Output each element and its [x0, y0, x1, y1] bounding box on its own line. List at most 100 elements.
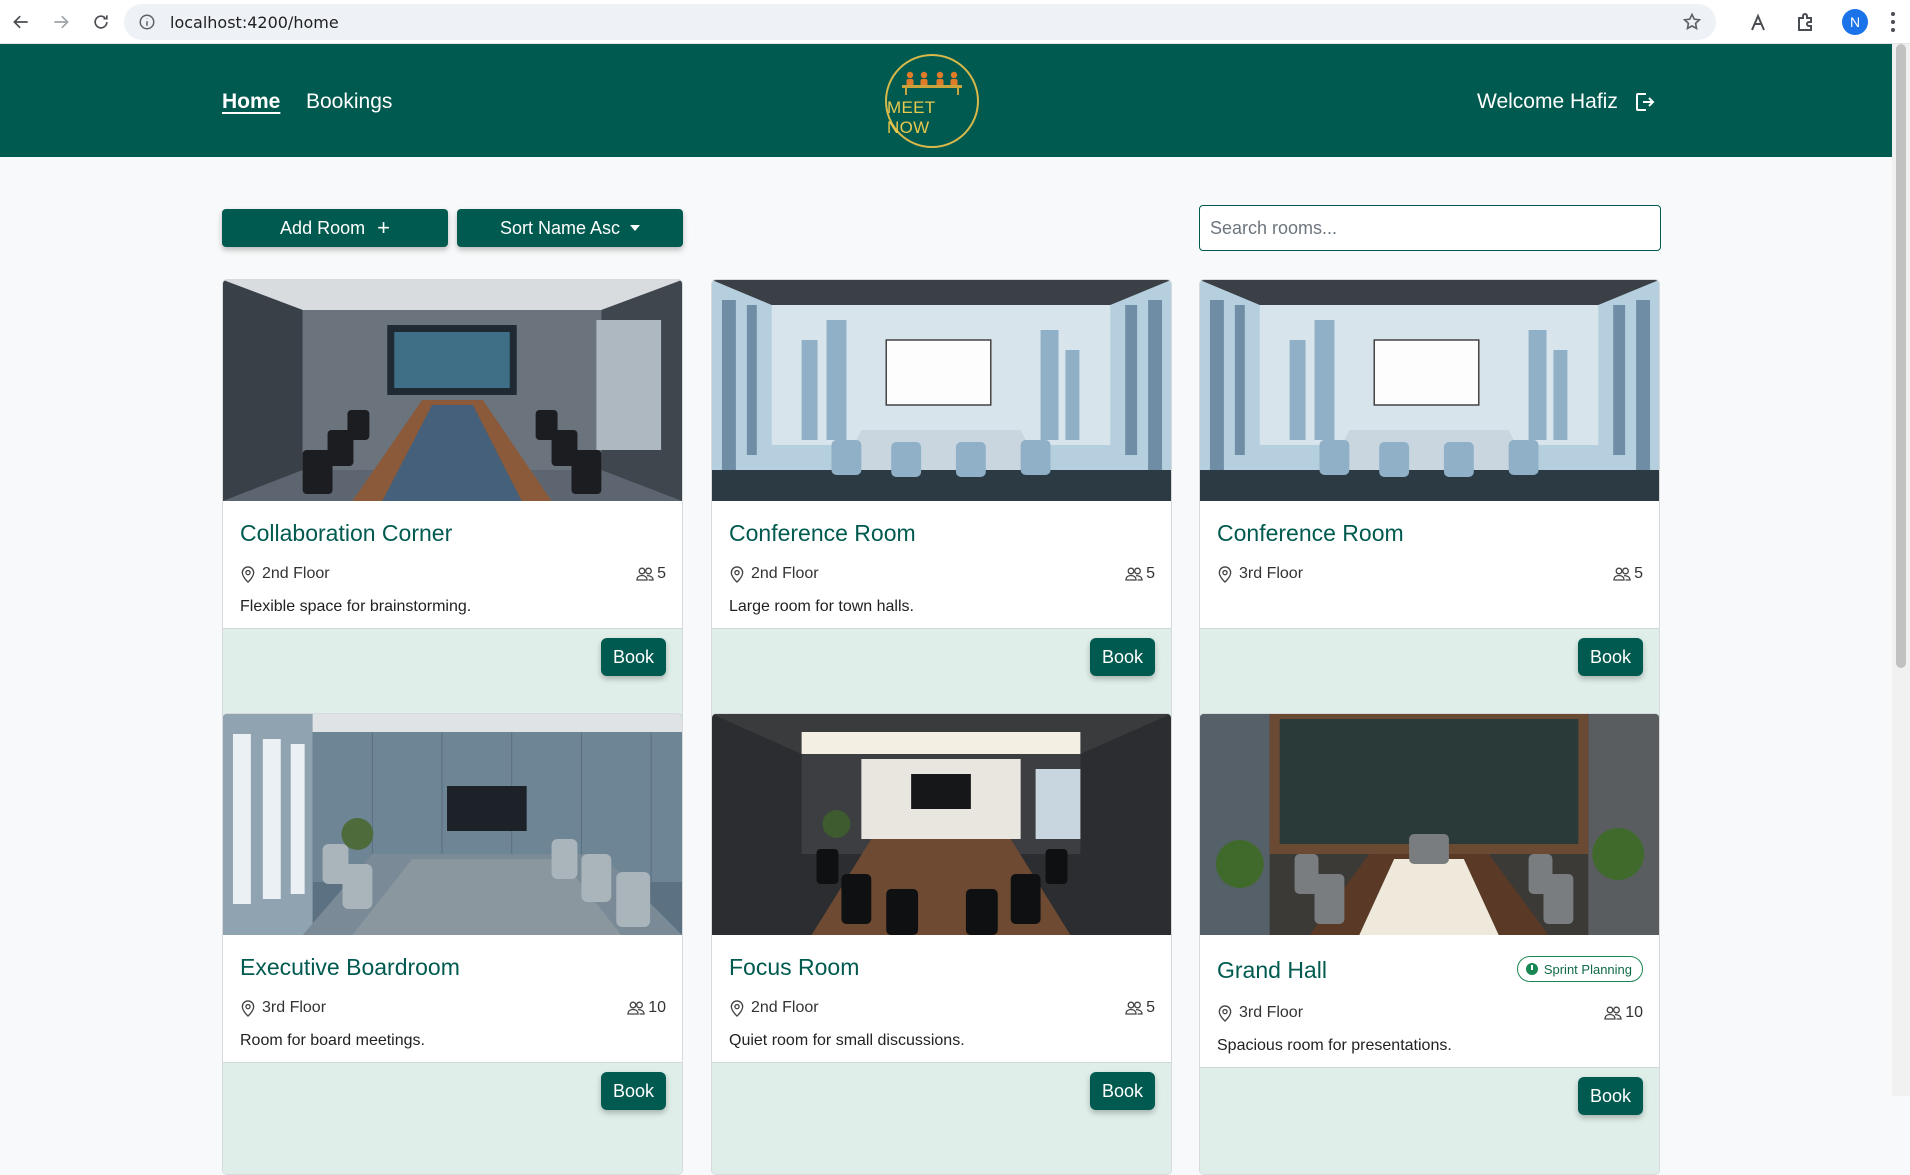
room-capacity: 5	[636, 565, 666, 583]
room-capacity: 5	[1613, 565, 1643, 583]
reload-icon	[94, 14, 108, 29]
room-floor: 3rd Floor	[1217, 1004, 1303, 1022]
logo-text: MEET NOW	[887, 98, 936, 137]
url-text[interactable]: localhost:4200/home	[170, 13, 339, 32]
browser-actions: N	[1734, 0, 1910, 44]
room-name[interactable]: Conference Room	[729, 520, 916, 547]
room-card: Conference Room 3rd Floor 5 Book	[1199, 279, 1660, 741]
card-footer: Book	[712, 1062, 1171, 1174]
room-card: Grand Hall Sprint Planning 3rd Floor 10 …	[1199, 713, 1660, 1175]
floor-label: 3rd Floor	[262, 999, 327, 1016]
app-navbar: Home Bookings MEET NOW Welcome Hafiz	[0, 44, 1892, 157]
page-scrollbar[interactable]	[1892, 44, 1910, 1096]
room-card: Conference Room 2nd Floor 5 Large room f…	[711, 279, 1172, 741]
browser-toolbar: localhost:4200/home N	[0, 0, 1910, 44]
people-icon	[636, 567, 654, 581]
room-image	[1200, 280, 1659, 501]
room-floor: 3rd Floor	[1217, 565, 1303, 583]
room-description: Room for board meetings.	[240, 1032, 425, 1049]
capacity-value: 5	[657, 565, 666, 582]
location-pin-icon	[241, 999, 255, 1017]
room-card: Collaboration Corner 2nd Floor 5 Flexibl…	[222, 279, 683, 741]
room-description: Quiet room for small discussions.	[729, 1032, 965, 1049]
room-name[interactable]: Focus Room	[729, 954, 859, 981]
capacity-value: 5	[1146, 565, 1155, 582]
room-name[interactable]: Grand Hall	[1217, 957, 1327, 984]
people-icon	[1125, 567, 1143, 581]
room-name[interactable]: Collaboration Corner	[240, 520, 452, 547]
book-button[interactable]: Book	[1089, 1072, 1155, 1110]
site-info-icon[interactable]	[138, 13, 156, 31]
caret-down-icon	[630, 225, 641, 231]
sort-dropdown-button[interactable]: Sort Name Asc	[457, 209, 683, 247]
plus-icon: +	[377, 215, 390, 240]
card-footer: Book	[1200, 1067, 1659, 1174]
nav-home-link[interactable]: Home	[222, 90, 280, 114]
extension-icon[interactable]	[1746, 10, 1770, 34]
room-description: Flexible space for brainstorming.	[240, 598, 472, 615]
book-button[interactable]: Book	[600, 1072, 666, 1110]
capacity-value: 5	[1146, 999, 1155, 1016]
room-floor: 3rd Floor	[240, 999, 326, 1017]
add-room-button[interactable]: Add Room +	[222, 209, 448, 247]
floor-label: 3rd Floor	[1239, 1004, 1304, 1021]
bookmark-star-icon[interactable]	[1682, 12, 1702, 32]
room-name[interactable]: Conference Room	[1217, 520, 1404, 547]
room-image	[1200, 714, 1659, 935]
search-rooms-input[interactable]	[1199, 205, 1661, 251]
status-badge: Sprint Planning	[1516, 956, 1643, 982]
people-icon	[1613, 567, 1631, 581]
location-pin-icon	[730, 565, 744, 583]
room-image	[712, 714, 1171, 935]
location-pin-icon	[1218, 1004, 1232, 1022]
address-bar[interactable]: localhost:4200/home	[124, 4, 1716, 40]
reload-button[interactable]	[82, 3, 120, 41]
forward-button[interactable]	[42, 3, 80, 41]
clock-icon	[1525, 963, 1538, 975]
card-footer: Book	[223, 1062, 682, 1174]
floor-label: 2nd Floor	[751, 999, 819, 1016]
room-capacity: 10	[1604, 1004, 1643, 1022]
room-capacity: 5	[1125, 565, 1155, 583]
room-capacity: 5	[1125, 999, 1155, 1017]
book-button[interactable]: Book	[600, 638, 666, 676]
location-pin-icon	[730, 999, 744, 1017]
arrow-left-icon	[13, 15, 28, 28]
book-button[interactable]: Book	[1577, 638, 1643, 676]
capacity-value: 10	[648, 999, 666, 1016]
floor-label: 2nd Floor	[751, 565, 819, 582]
floor-label: 3rd Floor	[1239, 565, 1304, 582]
profile-avatar[interactable]: N	[1842, 9, 1868, 35]
people-logo-icon	[902, 71, 962, 95]
scrollbar-thumb[interactable]	[1896, 44, 1906, 668]
people-icon	[1125, 1001, 1143, 1015]
room-description: Spacious room for presentations.	[1217, 1037, 1452, 1054]
meet-now-logo[interactable]: MEET NOW	[885, 54, 979, 148]
book-button[interactable]: Book	[1089, 638, 1155, 676]
people-icon	[627, 1001, 645, 1015]
welcome-text: Welcome Hafiz	[1477, 90, 1618, 113]
back-button[interactable]	[2, 3, 40, 41]
room-card: Focus Room 2nd Floor 5 Quiet room for sm…	[711, 713, 1172, 1175]
extensions-puzzle-icon[interactable]	[1794, 10, 1818, 34]
status-label: Sprint Planning	[1543, 961, 1632, 977]
logout-icon[interactable]	[1632, 90, 1656, 114]
add-room-label: Add Room	[280, 217, 366, 238]
room-card: Executive Boardroom 3rd Floor 10 Room fo…	[222, 713, 683, 1175]
location-pin-icon	[1218, 565, 1232, 583]
book-button[interactable]: Book	[1577, 1077, 1643, 1115]
people-icon	[1604, 1006, 1622, 1020]
room-floor: 2nd Floor	[240, 565, 330, 583]
room-description: Large room for town halls.	[729, 598, 914, 615]
capacity-value: 5	[1634, 565, 1643, 582]
room-name[interactable]: Executive Boardroom	[240, 954, 460, 981]
sort-label: Sort Name Asc	[499, 217, 621, 238]
location-pin-icon	[241, 565, 255, 583]
arrow-right-icon	[54, 15, 69, 28]
nav-bookings-link[interactable]: Bookings	[306, 90, 392, 114]
room-image	[223, 714, 682, 935]
room-floor: 2nd Floor	[729, 999, 819, 1017]
room-floor: 2nd Floor	[729, 565, 819, 583]
browser-menu-icon[interactable]	[1890, 12, 1896, 32]
capacity-value: 10	[1625, 1004, 1643, 1021]
